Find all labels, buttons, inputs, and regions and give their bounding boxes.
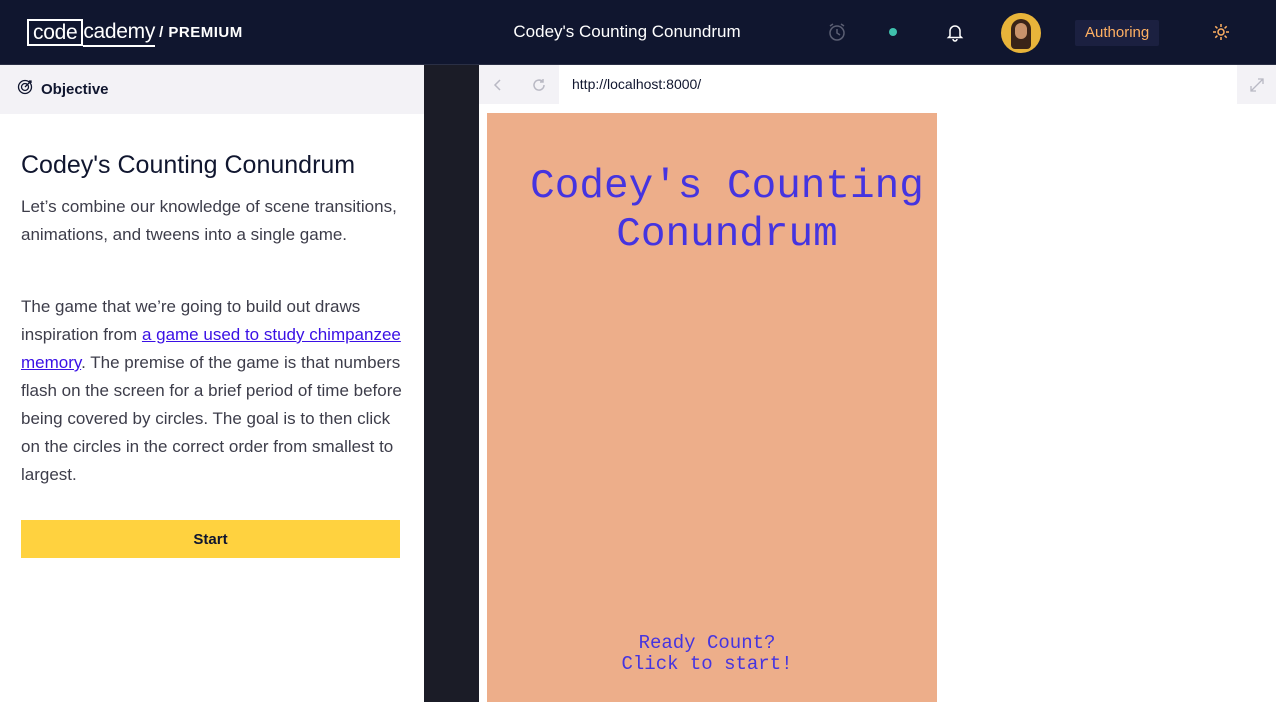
refresh-icon[interactable] — [529, 75, 549, 95]
objective-target-icon — [17, 79, 33, 100]
objective-label: Objective — [41, 81, 109, 98]
paragraph-2-rest: . The premise of the game is that number… — [21, 353, 402, 484]
user-avatar[interactable] — [1001, 13, 1041, 53]
game-canvas[interactable]: Codey's Counting Conundrum Ready Count? … — [487, 113, 937, 702]
authoring-button[interactable]: Authoring — [1075, 20, 1160, 46]
objective-panel: Objective Codey's Counting Conundrum Let… — [0, 65, 424, 702]
objective-header: Objective — [0, 65, 424, 114]
browser-preview: http://localhost:8000/ Codey's Counting … — [479, 65, 1276, 702]
lesson-header-title: Codey's Counting Conundrum — [513, 22, 741, 41]
url-bar[interactable]: http://localhost:8000/ — [572, 76, 701, 92]
lesson-paragraph-1: Let’s combine our knowledge of scene tra… — [21, 197, 397, 244]
game-start-prompt[interactable]: Ready Count? Click to start! — [487, 633, 927, 675]
avatar-face-shape — [1015, 23, 1027, 39]
start-button[interactable]: Start — [21, 520, 400, 558]
back-arrow-icon[interactable] — [488, 75, 508, 95]
expand-icon[interactable] — [1237, 65, 1276, 104]
bell-icon[interactable] — [943, 20, 967, 44]
game-title-text: Codey's Counting Conundrum — [530, 164, 924, 258]
browser-nav-controls — [479, 65, 559, 104]
editor-gutter — [424, 65, 479, 702]
top-navigation-bar: code cademy / PREMIUM Codey's Counting C… — [0, 0, 1276, 65]
lesson-paragraph-2: The game that we’re going to build out d… — [21, 293, 406, 489]
alarm-clock-icon[interactable] — [825, 20, 849, 44]
status-dot-icon — [881, 20, 905, 44]
lesson-title: Codey's Counting Conundrum — [21, 151, 356, 179]
gear-icon[interactable] — [1209, 20, 1233, 44]
